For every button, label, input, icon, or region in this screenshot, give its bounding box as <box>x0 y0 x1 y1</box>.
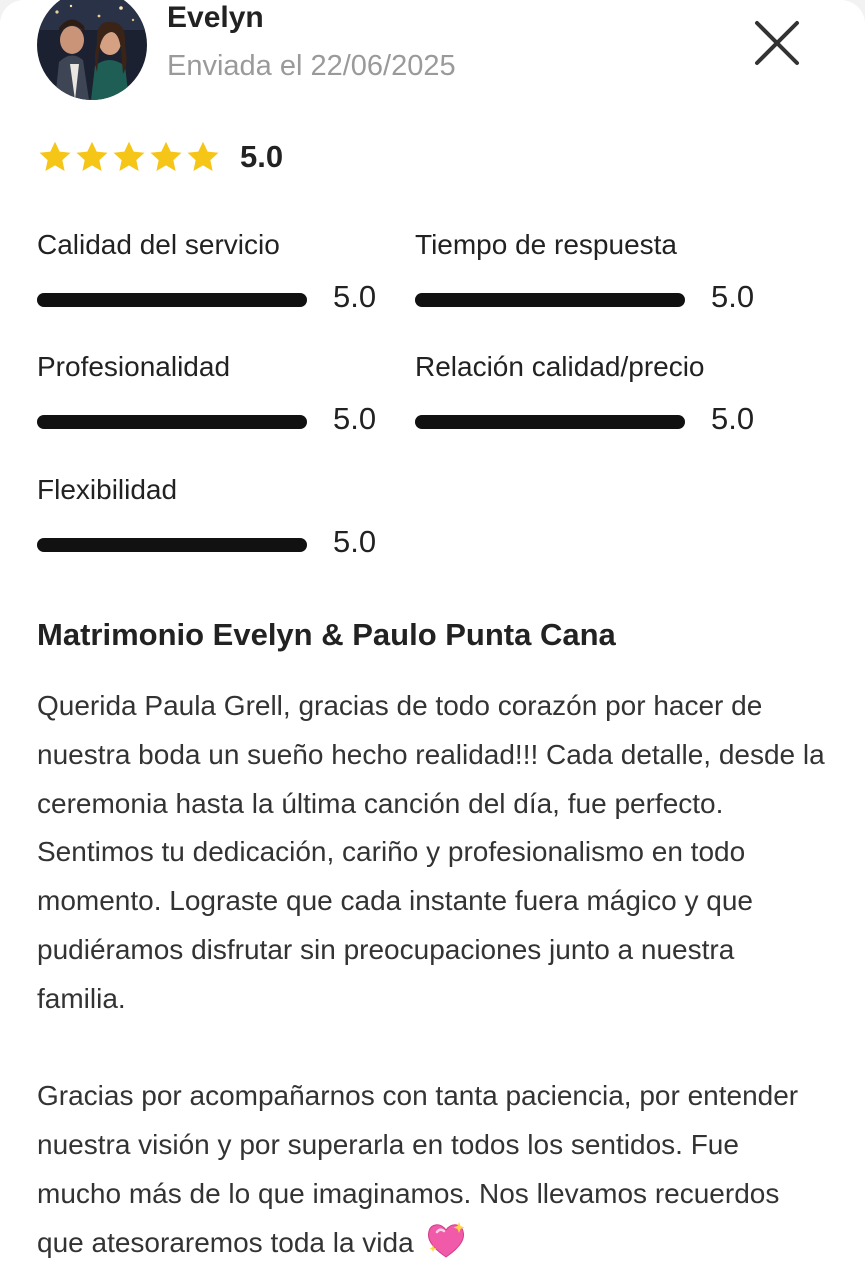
metric-bar <box>415 293 685 307</box>
metric-value: 5.0 <box>333 401 377 436</box>
metric-relacion-calidad-precio: Relación calidad/precio 5.0 <box>415 351 775 436</box>
metric-label: Flexibilidad <box>37 474 178 505</box>
metric-label: Calidad del servicio <box>37 229 280 260</box>
review-paragraph: Gracias por acompañarnos con tanta pacie… <box>37 1080 799 1258</box>
metric-value: 5.0 <box>711 279 755 314</box>
close-icon <box>755 21 799 65</box>
metric-bar-fill <box>415 293 685 307</box>
metric-calidad-del-servicio: Calidad del servicio 5.0 <box>37 229 397 314</box>
star-icon <box>39 141 71 171</box>
review-title: Matrimonio Evelyn & Paulo Punta Cana <box>37 617 616 652</box>
star-icon <box>150 141 182 171</box>
metric-bar <box>37 293 307 307</box>
metric-bar-fill <box>37 415 307 429</box>
star-icon <box>113 141 145 171</box>
metric-label: Tiempo de respuesta <box>415 229 677 260</box>
metric-bar <box>37 538 307 552</box>
metric-label: Profesionalidad <box>37 351 231 382</box>
close-button[interactable] <box>750 16 804 70</box>
metric-profesionalidad: Profesionalidad 5.0 <box>37 351 397 436</box>
metric-flexibilidad: Flexibilidad 5.0 <box>37 474 397 559</box>
metric-bar <box>37 415 307 429</box>
star-rating: 5.0 <box>37 136 283 178</box>
metric-bar-fill <box>37 293 307 307</box>
overall-score: 5.0 <box>240 139 284 174</box>
metric-label: Relación calidad/precio <box>415 351 705 382</box>
review-body: Querida Paula Grell, gracias de todo cor… <box>37 682 827 1268</box>
star-icon <box>76 141 108 171</box>
sent-date: Enviada el 22/06/2025 <box>167 50 456 82</box>
metric-value: 5.0 <box>333 524 377 559</box>
reviewer-name: Evelyn <box>167 1 264 34</box>
couple-photo <box>37 0 147 100</box>
review-sheet: Evelyn Enviada el 22/06/2025 5.0 Calidad… <box>0 0 865 1280</box>
sparkling-heart-icon <box>428 1221 465 1258</box>
star-icon <box>187 141 219 171</box>
metric-bar-fill <box>415 415 685 429</box>
metric-tiempo-de-respuesta: Tiempo de respuesta 5.0 <box>415 229 775 314</box>
metric-bar <box>415 415 685 429</box>
metric-value: 5.0 <box>333 279 377 314</box>
review-paragraph: Querida Paula Grell, gracias de todo cor… <box>37 690 825 1014</box>
stars <box>37 139 222 175</box>
metric-value: 5.0 <box>711 401 755 436</box>
avatar <box>37 0 147 100</box>
metric-bar-fill <box>37 538 307 552</box>
